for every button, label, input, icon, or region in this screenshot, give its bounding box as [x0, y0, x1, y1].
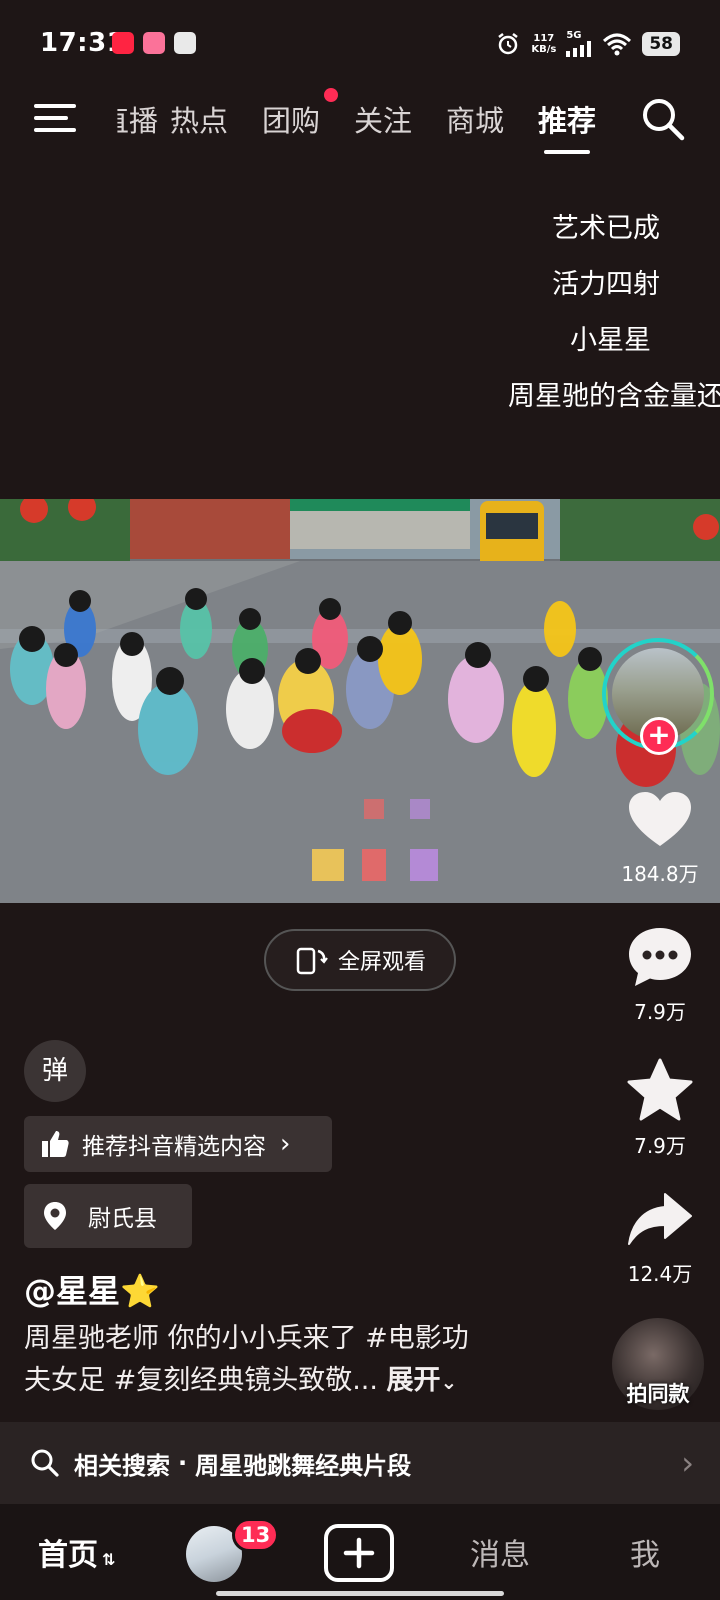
alarm-icon	[498, 33, 519, 55]
comment-icon	[629, 928, 691, 986]
chevron-right-icon: ›	[280, 1129, 291, 1159]
danmaku-comment: 艺术已成	[552, 213, 660, 244]
signal-icon	[566, 41, 592, 57]
share-arrow-icon	[628, 1193, 692, 1245]
status-right-cluster: 117 KB/s 5G 58	[495, 30, 680, 58]
xiaohongshu-app-icon	[112, 32, 134, 54]
danmaku-comment: 活力四射	[552, 269, 660, 300]
network-type: 5G	[566, 30, 582, 41]
same-style-label[interactable]: 拍同款	[600, 1378, 716, 1408]
like-count: 184.8万	[621, 862, 699, 886]
danmaku-toggle-button[interactable]: 弹	[24, 1040, 86, 1102]
expand-label: 展开	[386, 1365, 441, 1396]
wifi-icon	[603, 33, 632, 56]
status-bar: 17:31 117 KB/s 5G 58	[0, 0, 720, 84]
tab-following[interactable]: 关注	[354, 98, 412, 140]
create-post-button[interactable]	[324, 1524, 394, 1582]
danmaku-comment: 周星驰的含金量还	[508, 381, 720, 412]
network-speed: 117 KB/s	[531, 33, 556, 55]
author-name[interactable]: @星星⭐	[24, 1266, 160, 1312]
expand-button[interactable]: 展开⌄	[387, 1365, 458, 1396]
menu-icon[interactable]	[34, 100, 76, 136]
chevron-down-icon: ⌄	[440, 1370, 458, 1394]
like-button[interactable]: 184.8万	[610, 790, 710, 887]
active-tab-underline	[544, 150, 591, 154]
tab-mall-label: 商城	[446, 104, 505, 138]
favorite-button[interactable]: 7.9万	[610, 1058, 710, 1159]
thumbs-up-icon	[42, 1131, 69, 1157]
network-speed-value: 117	[533, 33, 555, 44]
description-line-2: 夫女足 #复刻经典镜头致敬... 展开⌄	[24, 1360, 544, 1403]
location-pin-icon	[44, 1202, 66, 1230]
rotate-screen-icon	[296, 947, 328, 975]
search-icon	[31, 1449, 59, 1477]
tab-mall[interactable]: 商城	[446, 98, 504, 140]
fullscreen-label: 全屏观看	[337, 950, 426, 975]
swap-arrows-icon: ⇅	[102, 1550, 116, 1569]
danmaku-toggle-label: 弹	[41, 1056, 68, 1086]
chevron-right-icon: ›	[681, 1444, 694, 1482]
heart-icon	[629, 792, 691, 846]
tab-group-buy-label: 团购	[262, 104, 321, 138]
friends-badge: 13	[232, 1518, 280, 1552]
comment-button[interactable]: 7.9万	[610, 926, 710, 1025]
favorite-count: 7.9万	[634, 1134, 686, 1158]
danmaku-comment: 小星星	[570, 325, 651, 356]
description-line-2-text: 夫女足 #复刻经典镜头致敬...	[24, 1365, 378, 1396]
signal-group: 5G	[566, 31, 592, 57]
avatar-app-icon	[174, 32, 196, 54]
nav-home-label: 首页	[38, 1538, 98, 1573]
app-root: 17:31 117 KB/s 5G 58 直播 热点 团购 关注 商城 推荐 艺…	[0, 0, 720, 1600]
tab-recommend[interactable]: 推荐	[538, 98, 597, 154]
new-dot-badge	[324, 88, 338, 102]
recommend-chip-label: 推荐抖音精选内容	[82, 1134, 266, 1160]
related-search-prefix: 相关搜索	[74, 1451, 170, 1480]
home-indicator	[216, 1591, 504, 1596]
share-count: 12.4万	[627, 1262, 693, 1286]
bilibili-app-icon	[143, 32, 165, 54]
follow-plus-button[interactable]: +	[640, 717, 678, 755]
battery-icon: 58	[642, 32, 680, 56]
nav-me[interactable]: 我	[630, 1530, 660, 1574]
comment-count: 7.9万	[634, 1000, 686, 1024]
location-label: 尉氏县	[88, 1206, 157, 1232]
tab-group-buy[interactable]: 团购	[262, 98, 320, 140]
recommend-chip[interactable]: 推荐抖音精选内容 ›	[24, 1116, 332, 1172]
tab-following-label: 关注	[354, 104, 413, 138]
tab-hot-label: 热点	[170, 104, 229, 138]
nav-home[interactable]: 首页 ⇅	[38, 1530, 115, 1574]
tab-hot[interactable]: 热点	[170, 98, 228, 140]
share-button[interactable]: 12.4万	[610, 1190, 710, 1287]
search-icon[interactable]	[640, 96, 686, 142]
related-search-separator: ·	[178, 1449, 188, 1477]
tab-recommend-label: 推荐	[538, 104, 597, 138]
location-chip[interactable]: 尉氏县	[24, 1184, 192, 1248]
video-description[interactable]: 周星驰老师 你的小小兵来了 #电影功 夫女足 #复刻经典镜头致敬... 展开⌄	[24, 1318, 544, 1403]
star-icon	[627, 1058, 693, 1121]
top-nav: 直播 热点 团购 关注 商城 推荐	[0, 84, 720, 164]
related-search-query: 周星驰跳舞经典片段	[195, 1451, 412, 1480]
related-search-bar[interactable]: 相关搜索 · 周星驰跳舞经典片段 ›	[0, 1422, 720, 1504]
nav-messages[interactable]: 消息	[470, 1530, 530, 1574]
bottom-nav: 首页 ⇅ 13 消息 我	[0, 1504, 720, 1600]
tab-live-label: 播	[129, 104, 159, 138]
description-line-1: 周星驰老师 你的小小兵来了 #电影功	[24, 1323, 469, 1354]
fullscreen-button[interactable]: 全屏观看	[264, 929, 456, 991]
tab-live[interactable]: 直播	[117, 98, 159, 140]
network-speed-unit: KB/s	[531, 44, 557, 55]
plus-icon	[343, 1537, 375, 1569]
